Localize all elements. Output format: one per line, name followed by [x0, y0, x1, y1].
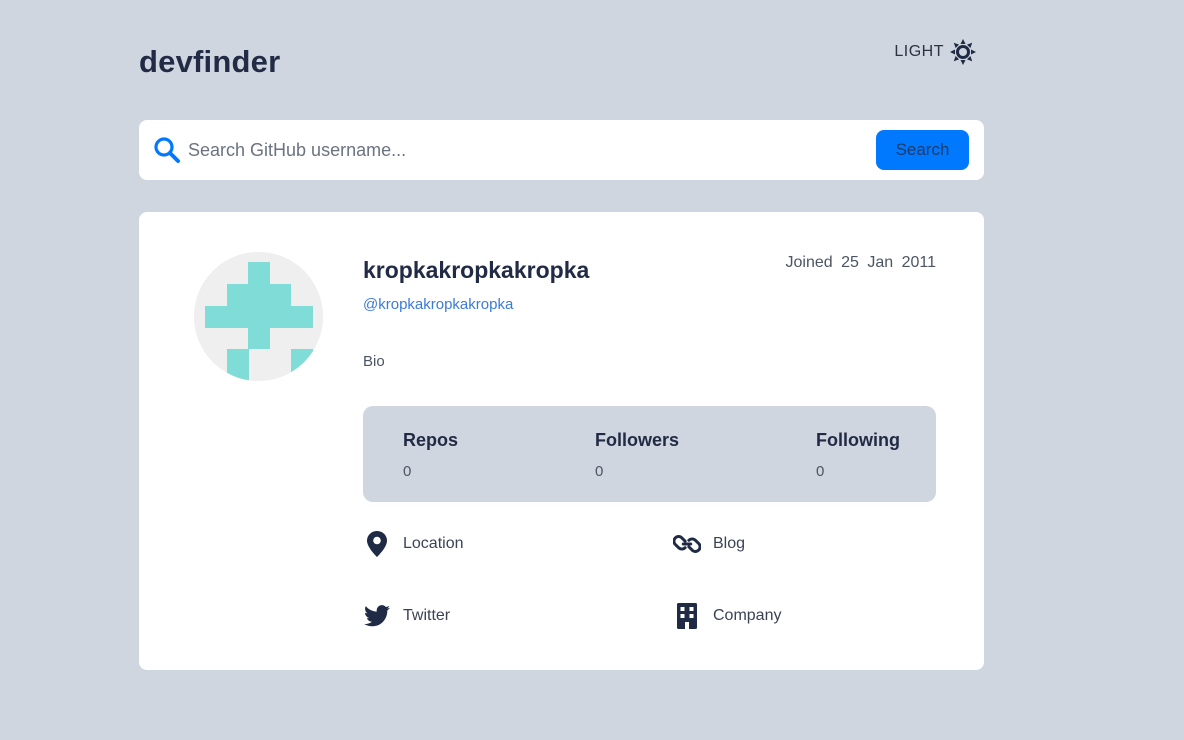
twitter-icon: [363, 602, 391, 630]
search-icon: [153, 136, 181, 169]
profile-bio: Bio: [363, 353, 385, 370]
search-bar: Search: [139, 120, 984, 180]
app-logo: devfinder: [139, 44, 281, 79]
profile-login-link[interactable]: @kropkakropkakropka: [363, 296, 513, 313]
sun-icon: [950, 39, 976, 65]
avatar: [194, 252, 323, 381]
profile-card: kropkakropkakropka Joined 25 Jan 2011 @k…: [139, 212, 984, 670]
theme-label: LIGHT: [894, 43, 944, 60]
search-input[interactable]: [188, 135, 858, 165]
twitter-text[interactable]: Twitter: [403, 607, 450, 625]
stat-followers: Followers 0: [595, 430, 679, 480]
stat-repos-value: 0: [403, 463, 412, 480]
company-item: Company: [673, 602, 781, 630]
blog-item[interactable]: Blog: [673, 530, 745, 558]
stat-followers-value: 0: [595, 463, 604, 480]
header: devfinder LIGHT: [139, 39, 984, 84]
theme-toggle[interactable]: LIGHT: [894, 39, 976, 65]
location-text: Location: [403, 535, 464, 552]
joined-date: Joined 25 Jan 2011: [785, 254, 936, 271]
search-button[interactable]: Search: [876, 130, 969, 170]
location-pin-icon: [363, 530, 391, 558]
profile-name: kropkakropkakropka: [363, 257, 590, 283]
twitter-item[interactable]: Twitter: [363, 602, 450, 630]
link-icon: [673, 530, 701, 558]
location-item: Location: [363, 530, 464, 558]
blog-text[interactable]: Blog: [713, 535, 745, 553]
stat-followers-label: Followers: [595, 430, 680, 450]
stats-panel: Repos 0 Followers 0 Following 0: [363, 406, 936, 502]
stat-repos: Repos 0: [403, 430, 458, 480]
building-icon: [673, 602, 701, 630]
company-text: Company: [713, 607, 782, 624]
stat-following-label: Following: [816, 430, 900, 450]
stat-repos-label: Repos: [403, 430, 459, 450]
stat-following-value: 0: [816, 463, 825, 480]
stat-following: Following 0: [816, 430, 900, 480]
